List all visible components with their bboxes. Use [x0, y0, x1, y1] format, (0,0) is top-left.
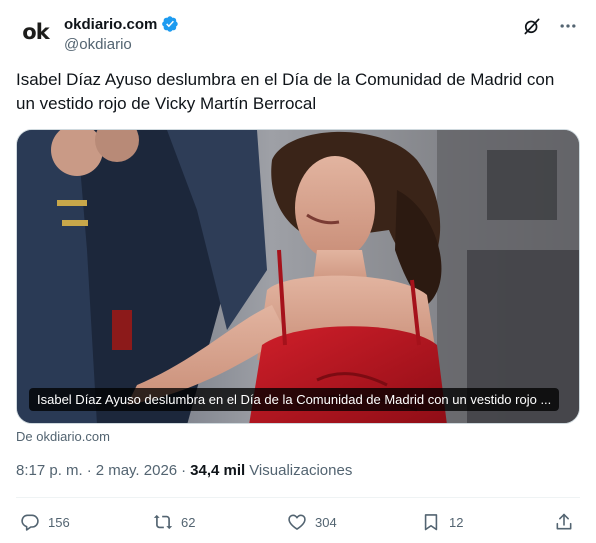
- share-icon: [556, 513, 572, 530]
- reply-icon: [21, 514, 39, 531]
- reply-count: 156: [48, 514, 70, 530]
- tweet-time[interactable]: 8:17 p. m.: [16, 462, 83, 479]
- account-handle[interactable]: @okdiario: [64, 36, 179, 53]
- share-button[interactable]: [554, 510, 574, 534]
- card-source[interactable]: De okdiario.com: [16, 429, 110, 444]
- more-icon[interactable]: [556, 14, 580, 38]
- grok-icon[interactable]: [520, 14, 544, 38]
- bookmark-button[interactable]: 12: [421, 510, 463, 534]
- reply-button[interactable]: 156: [20, 510, 70, 534]
- repost-button[interactable]: 62: [153, 510, 195, 534]
- bookmark-count: 12: [449, 514, 464, 530]
- header-actions: [520, 14, 580, 38]
- tweet-date[interactable]: 2 may. 2026: [96, 462, 177, 479]
- tweet-text: Isabel Díaz Ayuso deslumbra en el Día de…: [16, 70, 555, 113]
- news-photo: [17, 130, 579, 423]
- meta-separator: ·: [86, 462, 92, 479]
- like-icon: [288, 514, 306, 530]
- display-name[interactable]: okdiario.com: [64, 16, 157, 33]
- like-count: 304: [315, 514, 337, 530]
- verified-badge-icon[interactable]: [161, 15, 179, 33]
- action-bar: 156 62 304 12: [16, 510, 580, 534]
- divider: [16, 497, 580, 498]
- meta-separator-2: ·: [181, 462, 187, 479]
- avatar-letter-o: o: [22, 20, 36, 44]
- avatar[interactable]: ok: [16, 12, 56, 52]
- card-title[interactable]: Isabel Díaz Ayuso deslumbra en el Día de…: [29, 388, 560, 411]
- like-button[interactable]: 304: [287, 510, 337, 534]
- bookmark-icon: [424, 514, 438, 531]
- account-names: okdiario.com @okdiario: [64, 14, 179, 53]
- link-card-image[interactable]: Isabel Díaz Ayuso deslumbra en el Día de…: [16, 129, 580, 424]
- tweet-meta: 8:17 p. m. · 2 may. 2026 · 34,4 mil Visu…: [16, 462, 352, 479]
- display-name-row: okdiario.com: [64, 14, 179, 34]
- views-label: Visualizaciones: [249, 462, 353, 479]
- repost-count: 62: [181, 514, 196, 530]
- views-count: 34,4 mil: [190, 462, 246, 479]
- repost-icon: [153, 514, 173, 530]
- tweet-header: ok okdiario.com @okdiario: [16, 12, 580, 56]
- avatar-letter-k: k: [35, 20, 50, 44]
